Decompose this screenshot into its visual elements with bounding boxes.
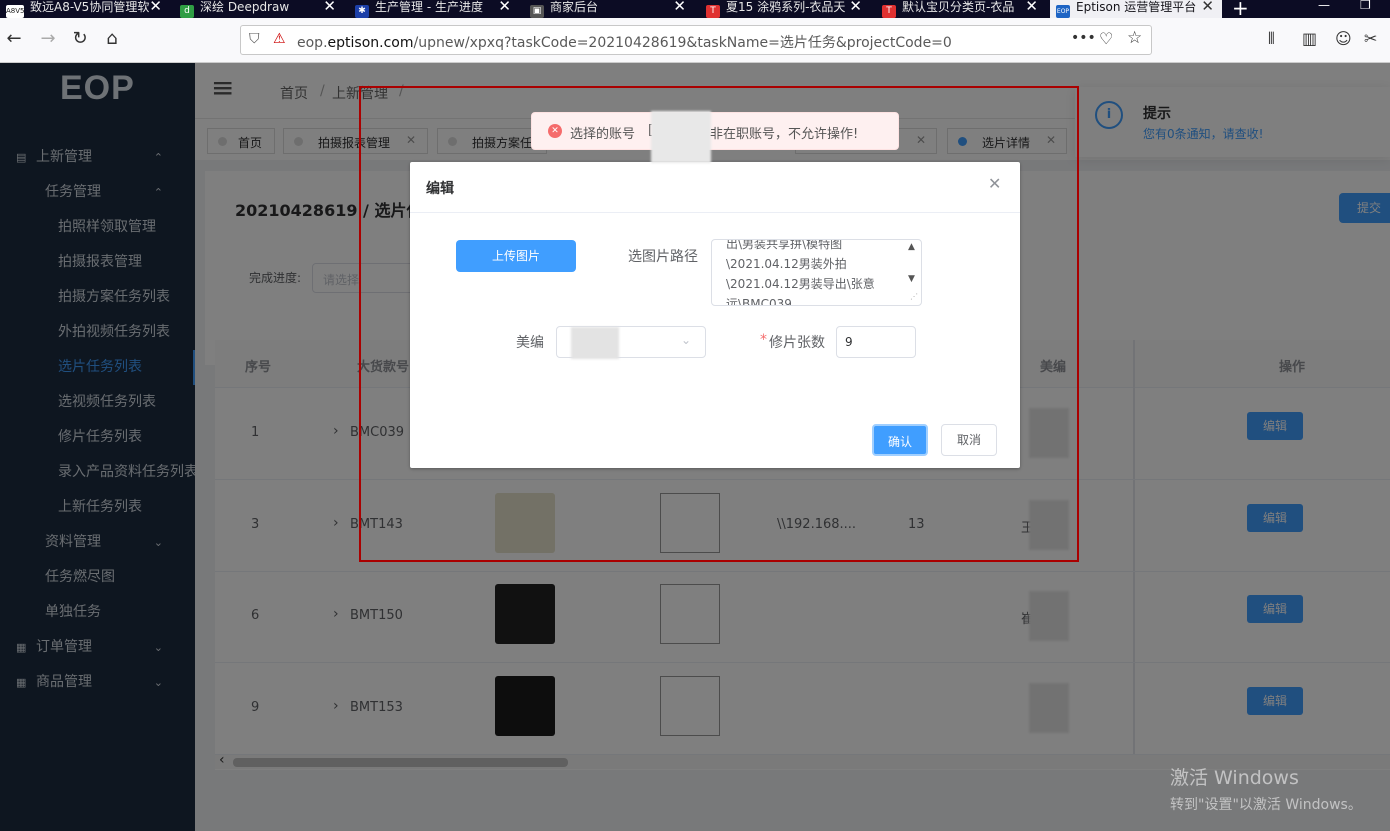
watermark-title: 激活 Windows (1170, 767, 1299, 789)
path-line: \2021.04.12男装导出\张意 (726, 277, 875, 291)
tmall-favicon-icon: T (706, 5, 720, 18)
count-label: 修片张数 (769, 335, 825, 351)
a8-favicon-icon: A8V5 (6, 5, 24, 18)
url-domain: eptison.com (327, 35, 414, 51)
eop-favicon-icon: EOP (1056, 5, 1070, 18)
path-label: 选图片路径 (628, 249, 698, 265)
home-icon[interactable]: ⌂ (100, 28, 124, 49)
browser-tab-label: 深绘 Deepdraw (200, 0, 290, 14)
browser-tab-deepdraw[interactable]: d 深绘 Deepdraw ✕ (174, 0, 344, 18)
path-line: \2021.04.12男装外拍 (726, 257, 847, 271)
path-line: 出\男装共享拼\模特图 (726, 239, 843, 251)
watermark-subtitle: 转到"设置"以激活 Windows。 (1170, 797, 1362, 813)
path-textarea[interactable]: 出\男装共享拼\模特图 \2021.04.12男装外拍 \2021.04.12男… (711, 239, 922, 306)
count-input[interactable]: 9 (836, 326, 916, 358)
scroll-down-icon[interactable]: ▼ (908, 274, 915, 284)
close-tab-icon[interactable]: ✕ (849, 0, 862, 14)
extensions-icon[interactable]: ✂ (1364, 29, 1377, 48)
cancel-button[interactable]: 取消 (941, 424, 997, 456)
windows-watermark: 激活 Windows 转到"设置"以激活 Windows。 (1170, 763, 1362, 814)
message-prefix: 选择的账号 (570, 127, 636, 142)
tmall-favicon-icon: T (882, 5, 896, 18)
restore-icon[interactable]: ❐ (1360, 0, 1371, 12)
browser-tab-eptison[interactable]: EOP Eptison 运营管理平台 ✕ (1050, 0, 1222, 18)
browser-tab-label: 致远A8-V5协同管理软 (30, 0, 150, 14)
browser-tab-merchant[interactable]: ▣ 商家后台 ✕ (524, 0, 694, 18)
address-bar[interactable]: ⛉ ⚠ eop.eptison.com/upnew/xpxq?taskCode=… (240, 25, 1152, 55)
browser-tab-label: 生产管理 - 生产进度 (375, 0, 483, 14)
close-tab-icon[interactable]: ✕ (1025, 0, 1038, 14)
reload-icon[interactable]: ↻ (68, 28, 92, 49)
close-tab-icon[interactable]: ✕ (498, 0, 511, 14)
dialog-divider (410, 212, 1020, 213)
chevron-down-icon: ⌄ (681, 333, 692, 347)
error-message: ✕ 选择的账号 [ 非在职账号，不允许操作! (531, 111, 899, 163)
close-dialog-icon[interactable]: ✕ (988, 174, 1001, 193)
upload-image-button[interactable]: 上传图片 (456, 240, 576, 272)
count-value: 9 (845, 335, 853, 349)
library-icon[interactable]: ⫴ (1268, 29, 1275, 49)
pocket-icon[interactable]: ♡ (1099, 29, 1113, 48)
browser-tab-a8[interactable]: A8V5 致远A8-V5协同管理软 ✕ (0, 0, 170, 18)
insecure-lock-icon[interactable]: ⚠ (273, 31, 286, 47)
new-tab-icon[interactable]: + (1232, 0, 1249, 18)
shield-icon[interactable]: ⛉ (249, 31, 260, 47)
browser-toolbar: ← → ↻ ⌂ ⛉ ⚠ eop.eptison.com/upnew/xpxq?t… (0, 18, 1390, 63)
bookmark-star-icon[interactable]: ☆ (1127, 28, 1142, 48)
browser-tab-label: 夏15 涂鸦系列-衣品天 (726, 0, 846, 14)
dialog-title: 编辑 (426, 181, 454, 197)
forward-icon[interactable]: → (36, 28, 60, 49)
url-prefix: eop. (297, 35, 328, 51)
path-text: 出\男装共享拼\模特图 \2021.04.12男装外拍 \2021.04.12男… (726, 239, 904, 306)
resize-handle-icon[interactable]: ⋰ (910, 292, 918, 301)
production-favicon-icon: ✱ (355, 5, 369, 18)
edit-dialog: 编辑 ✕ 上传图片 选图片路径 出\男装共享拼\模特图 \2021.04.12男… (410, 162, 1020, 468)
browser-tab-production[interactable]: ✱ 生产管理 - 生产进度 ✕ (349, 0, 519, 18)
back-icon[interactable]: ← (2, 28, 26, 49)
close-tab-icon[interactable]: ✕ (1201, 0, 1214, 14)
minimize-icon[interactable]: — (1318, 0, 1330, 12)
close-tab-icon[interactable]: ✕ (149, 0, 162, 14)
browser-tab-tmall-category[interactable]: T 默认宝贝分类页-衣品 ✕ (876, 0, 1046, 18)
browser-tab-strip: A8V5 致远A8-V5协同管理软 ✕ d 深绘 Deepdraw ✕ ✱ 生产管理 - … (0, 0, 1390, 18)
blurred-account (651, 111, 711, 163)
browser-tab-tmall-summer[interactable]: T 夏15 涂鸦系列-衣品天 ✕ (700, 0, 870, 18)
scroll-up-icon[interactable]: ▲ (908, 242, 915, 252)
error-icon: ✕ (548, 124, 562, 138)
browser-tab-label: 默认宝贝分类页-衣品 (902, 0, 1015, 14)
account-icon[interactable]: ☺ (1335, 29, 1352, 48)
browser-tab-label: Eptison 运营管理平台 (1076, 0, 1197, 14)
path-line: 远\BMC039 (726, 297, 792, 306)
browser-tab-label: 商家后台 (550, 0, 599, 14)
sidebar-toggle-icon[interactable]: ▥ (1302, 29, 1317, 48)
blurred-editor-name (571, 327, 619, 359)
url-text: eop.eptison.com/upnew/xpxq?taskCode=2021… (297, 32, 952, 52)
editor-label: 美编 (516, 335, 544, 351)
close-tab-icon[interactable]: ✕ (673, 0, 686, 14)
required-mark: * (760, 332, 767, 348)
close-tab-icon[interactable]: ✕ (323, 0, 336, 14)
merchant-favicon-icon: ▣ (530, 5, 544, 18)
deepdraw-favicon-icon: d (180, 5, 194, 18)
editor-select[interactable]: ⌄ (556, 326, 706, 359)
confirm-button[interactable]: 确认 (872, 424, 928, 456)
url-path: /upnew/xpxq?taskCode=20210428619&taskNam… (413, 35, 952, 51)
message-suffix: 非在职账号，不允许操作! (710, 127, 859, 142)
page-actions-icon[interactable]: ••• (1071, 30, 1096, 46)
